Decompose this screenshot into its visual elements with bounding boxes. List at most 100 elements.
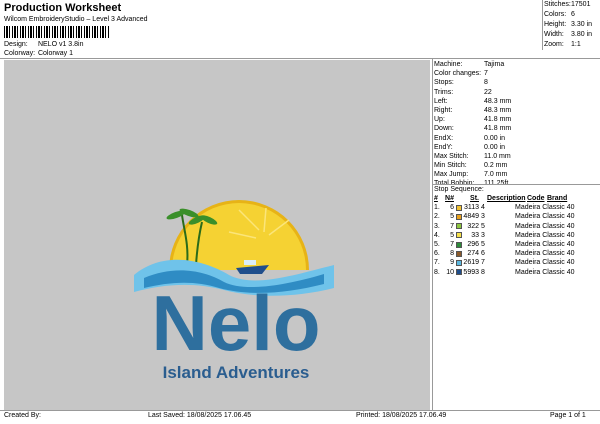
stop-sequence-title: Stop Sequence: [434, 186, 484, 193]
row-num: 8. [434, 268, 440, 276]
row-swatch [454, 241, 463, 248]
info-value: 48.3 mm [484, 106, 512, 114]
stat-value: 3.30 in [571, 21, 593, 28]
info-value: 48.3 mm [484, 97, 512, 105]
col-num: # [434, 195, 438, 202]
header-divider [0, 58, 600, 59]
info-value: 22 [484, 88, 492, 96]
info-value: Tajima [484, 61, 505, 68]
printed-date: Printed: 18/08/2025 17.06.49 [356, 412, 447, 419]
table-row: 2. 5 4849 3 Madeira Classic 40 [434, 212, 600, 221]
row-brand: Madeira Classic 40 [515, 222, 575, 230]
row-swatch [454, 269, 463, 276]
logo-text: Nelo [151, 279, 320, 367]
machine-info: Machine: Tajima Color changes: 7 Stops: 8 T… [434, 60, 600, 189]
row-brand: Madeira Classic 40 [515, 268, 575, 276]
row-num: 1. [434, 204, 440, 212]
row-needle: 6 [450, 204, 454, 212]
row-num: 5. [434, 240, 440, 248]
row-stop: 5 [481, 222, 485, 230]
design-preview: Nelo Island Adventures [4, 60, 430, 410]
info-label: Machine: [434, 61, 463, 68]
info-row: Color changes: 7 [434, 69, 600, 78]
col-brand: Brand [547, 195, 568, 202]
row-brand: Madeira Classic 40 [515, 213, 575, 221]
tagline-text: Island Adventures [163, 363, 310, 382]
color-swatch [455, 250, 462, 257]
info-row: Max Stitch: 11.0 mm [434, 152, 600, 161]
info-label: Trims: [434, 88, 454, 96]
row-swatch [454, 223, 463, 230]
last-saved: Last Saved: 18/08/2025 17.06.45 [148, 412, 252, 419]
created-by: Created By: [4, 412, 41, 419]
col-desc: Description [487, 195, 526, 202]
embroidery-design: Nelo Island Adventures [134, 200, 334, 382]
table-row: 5. 7 296 5 Madeira Classic 40 [434, 240, 600, 249]
row-brand: Madeira Classic 40 [515, 240, 575, 248]
info-label: EndY: [434, 143, 453, 151]
table-row: 8. 10 5993 8 Madeira Classic 40 [434, 268, 600, 277]
row-code: 33 [471, 231, 479, 239]
table-header: # N# St. Description Code Brand [434, 194, 600, 203]
footer-divider [0, 410, 600, 411]
row-brand: Madeira Classic 40 [515, 231, 575, 239]
row-swatch [454, 213, 463, 220]
row-brand: Madeira Classic 40 [515, 204, 575, 212]
row-swatch [454, 259, 463, 266]
colorway-row: Colorway: Colorway 1 [4, 50, 73, 57]
info-row: Up: 41.8 mm [434, 115, 600, 124]
info-label: Max Jump: [434, 171, 469, 179]
row-stop: 7 [481, 259, 485, 267]
row-code: 3113 [463, 204, 479, 212]
row-stop: 5 [481, 240, 485, 248]
info-value: 0.00 in [484, 134, 506, 142]
info-value: 11.0 mm [484, 152, 511, 160]
row-num: 3. [434, 222, 440, 230]
info-label: Left: [434, 97, 448, 105]
info-row: EndY: 0.00 in [434, 143, 600, 152]
row-needle: 5 [450, 213, 454, 221]
colorway-value: Colorway 1 [37, 50, 73, 57]
info-row: Stops: 8 [434, 78, 600, 87]
color-swatch [455, 269, 462, 276]
stat-row: Height: 3.30 in [544, 20, 600, 30]
software-subtitle: Wilcom EmbroideryStudio – Level 3 Advanc… [4, 16, 148, 23]
stats-divider [542, 0, 543, 50]
boat-cabin [244, 260, 256, 265]
row-swatch [454, 250, 463, 257]
design-value: NELO v1 3.8in [37, 41, 84, 48]
row-code: 5993 [463, 268, 479, 276]
row-code: 322 [467, 222, 479, 230]
row-code: 274 [467, 250, 479, 258]
row-brand: Madeira Classic 40 [515, 250, 575, 258]
info-value: 0.2 mm [484, 162, 508, 170]
row-code: 2619 [463, 259, 479, 267]
design-label: Design: [4, 41, 28, 48]
row-needle: 7 [450, 240, 454, 248]
barcode [4, 26, 110, 38]
stop-divider [432, 184, 600, 185]
info-row: Left: 48.3 mm [434, 97, 600, 106]
colorway-label: Colorway: [4, 50, 36, 57]
design-row: Design: NELO v1 3.8in [4, 41, 83, 48]
info-value: 0.00 in [484, 143, 506, 151]
stat-value: 17501 [571, 1, 591, 8]
row-num: 7. [434, 259, 440, 267]
row-brand: Madeira Classic 40 [515, 259, 575, 267]
table-row: 1. 6 3113 4 Madeira Classic 40 [434, 203, 600, 212]
stat-row: Colors: 6 [544, 10, 600, 20]
info-row: EndX: 0.00 in [434, 134, 600, 143]
stat-label: Colors: [544, 11, 567, 18]
row-swatch [454, 232, 463, 239]
color-swatch [455, 223, 462, 230]
col-st: St. [470, 195, 479, 202]
info-label: Max Stitch: [434, 152, 469, 160]
info-value: 7 [484, 70, 488, 78]
info-label: Stops: [434, 79, 454, 87]
stop-sequence-table: # N# St. Description Code Brand 1. 6 3113 4… [434, 194, 600, 277]
stat-row: Stitches: 17501 [544, 0, 600, 10]
row-swatch [454, 204, 463, 211]
stats-box: Stitches: 17501 Colors: 6 Height: 3.30 in W… [544, 0, 600, 50]
color-swatch [455, 232, 462, 239]
info-value: 41.8 mm [484, 125, 512, 133]
